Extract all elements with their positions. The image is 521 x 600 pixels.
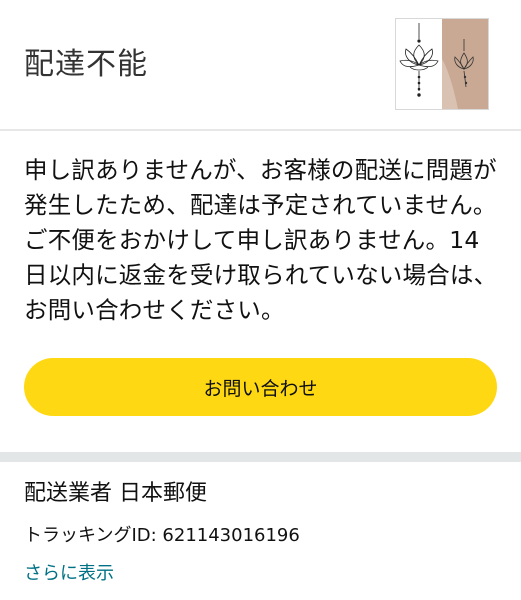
- show-more-link[interactable]: さらに表示: [24, 560, 114, 588]
- section-divider: [0, 452, 521, 462]
- delivery-problem-message: 申し訳ありませんが、お客様の配送に問題が発生したため、配達は予定されていません。…: [24, 156, 498, 324]
- tracking-id: トラッキングID: 621143016196: [24, 525, 300, 546]
- page-title: 配達不能: [24, 47, 148, 82]
- product-thumbnail[interactable]: [395, 18, 489, 110]
- header: 配達不能: [0, 0, 521, 128]
- carrier-label: 配送業者 日本郵便: [24, 481, 207, 506]
- tattoo-product-thumbnail-icon: [396, 19, 488, 109]
- header-divider: [0, 129, 521, 131]
- contact-us-button[interactable]: お問い合わせ: [24, 358, 497, 416]
